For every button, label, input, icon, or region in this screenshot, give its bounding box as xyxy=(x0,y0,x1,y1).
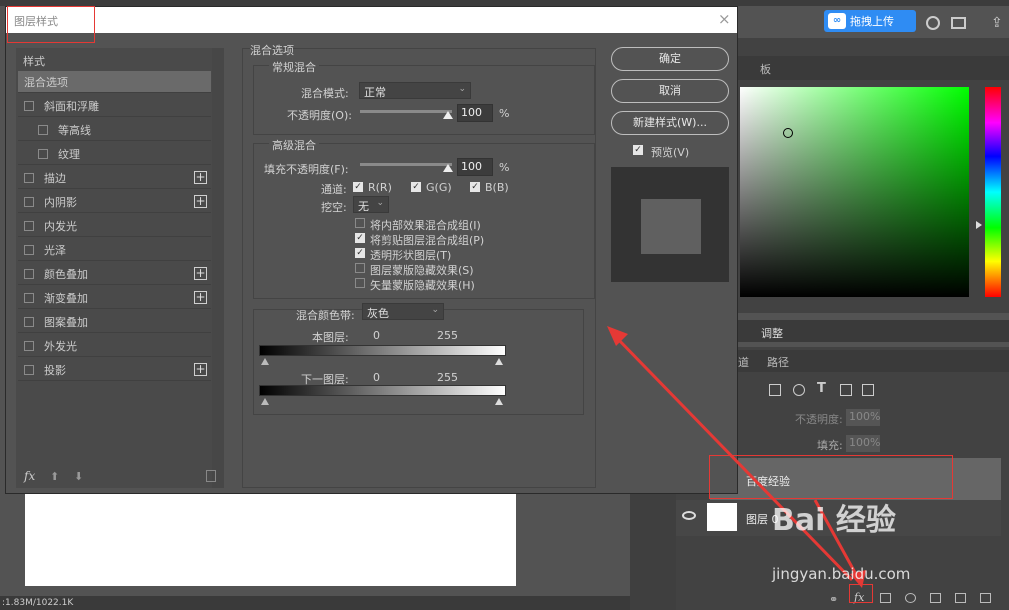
watermark-text: Bai 经验 xyxy=(772,503,896,538)
watermark-logo: Bai 经验 xyxy=(772,495,896,539)
arrow-head-dialog xyxy=(607,326,628,346)
watermark-url: jingyan.baidu.com xyxy=(772,565,911,583)
arrow-to-dialog xyxy=(613,334,854,582)
